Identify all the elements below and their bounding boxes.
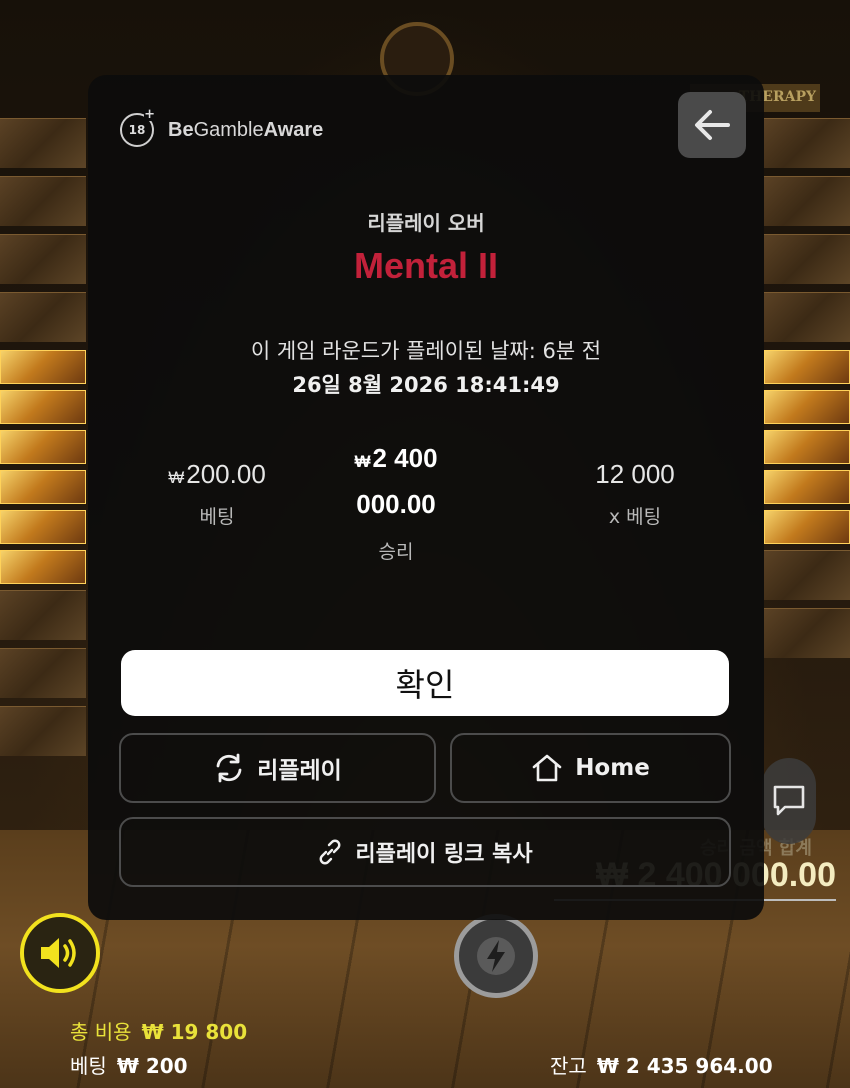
reel-tile (0, 234, 86, 284)
reel-tile (0, 648, 86, 698)
replay-over-dialog: 18 BeGambleAware 리플레이 오버 Mental II 이 게임 … (88, 75, 764, 920)
reel-tile-winning (0, 510, 86, 544)
currency-symbol: ₩ (354, 452, 371, 471)
reel-tile (0, 706, 86, 756)
reel-tile-winning (0, 470, 86, 504)
sound-icon (41, 938, 76, 968)
chat-icon (773, 785, 805, 816)
total-cost: 총 비용 ₩ 19 800 (70, 1016, 247, 1045)
replay-button-label: 리플레이 (257, 758, 342, 784)
stat-win-label: 승리 (378, 541, 414, 563)
stat-multiplier: 12 000 x 베팅 (570, 459, 700, 529)
begambleaware-logo: 18 BeGambleAware (120, 109, 323, 147)
win-amount-part1: 2 400 (372, 443, 438, 473)
stat-multiplier-label: x 베팅 (608, 506, 662, 528)
reel-tile-winning (764, 350, 850, 384)
copy-replay-link-button[interactable]: 리플레이 링크 복사 (119, 817, 731, 887)
link-icon (319, 839, 341, 865)
total-cost-label: 총 비용 (70, 1020, 132, 1044)
game-title: Mental II (353, 245, 499, 286)
stat-bet-label: 베팅 (199, 506, 235, 528)
lightning-icon (477, 937, 515, 975)
reel-tile-winning (764, 390, 850, 424)
reel-tile (764, 550, 850, 600)
balance-value: ₩ 2 435 964.00 (596, 1054, 773, 1078)
reel-tile (764, 118, 850, 168)
reel-tile-winning (0, 550, 86, 584)
reel-tile-winning (764, 470, 850, 504)
confirm-button-label: 확인 (395, 666, 455, 704)
stat-bet-value: ₩200.00 (152, 459, 282, 490)
win-amount-line2: 000.00 (356, 489, 436, 519)
copy-link-label: 리플레이 링크 복사 (355, 842, 533, 867)
reel-tile-winning (0, 350, 86, 384)
replay-button[interactable]: 리플레이 (119, 733, 436, 803)
replay-icon (216, 753, 242, 783)
reel-tile-winning (0, 430, 86, 464)
reel-tile (0, 292, 86, 342)
stat-multiplier-value: 12 000 (595, 459, 675, 489)
brand-gamble: Gamble (193, 118, 264, 141)
sound-button[interactable] (20, 913, 100, 993)
chat-button[interactable] (762, 758, 816, 844)
reel-tile (0, 176, 86, 226)
balance-label: 잔고 (550, 1054, 587, 1078)
bet-amount: 200.00 (186, 459, 266, 489)
played-time-text: 이 게임 라운드가 플레이된 날짜: 6분 전 (250, 339, 602, 363)
left-reel (0, 118, 86, 764)
reel-tile (764, 234, 850, 284)
age-18-badge: 18 (120, 109, 155, 147)
brand-aware: Aware (263, 118, 324, 141)
bet-label: 베팅 (70, 1054, 107, 1078)
back-arrow-icon (695, 110, 730, 140)
reel-tile (764, 176, 850, 226)
stat-win: ₩2 400 000.00 승리 (308, 437, 484, 564)
begambleaware-text: BeGambleAware (168, 119, 323, 142)
brand-be: Be (168, 118, 194, 141)
back-button[interactable] (678, 92, 746, 158)
reel-tile (764, 292, 850, 342)
round-datetime: 26일 8월 2026 18:41:49 (292, 373, 560, 397)
reel-tile-winning (764, 430, 850, 464)
stat-win-value: ₩2 400 000.00 (308, 437, 484, 525)
reel-tile (0, 590, 86, 640)
bet-value: ₩ 200 (116, 1054, 188, 1078)
reel-tile-winning (0, 390, 86, 424)
balance-display: 잔고 ₩ 2 435 964.00 (550, 1050, 773, 1079)
confirm-button[interactable]: 확인 (121, 650, 729, 716)
quick-spin-button[interactable] (454, 914, 538, 998)
stat-bet: ₩200.00 베팅 (152, 459, 282, 529)
home-icon (532, 754, 562, 782)
currency-symbol: ₩ (168, 468, 185, 487)
replay-over-heading: 리플레이 오버 (367, 211, 485, 235)
home-button[interactable]: Home (450, 733, 731, 803)
win-amount-line1: ₩2 400 (308, 437, 484, 483)
reel-tile (0, 118, 86, 168)
total-cost-value: ₩ 19 800 (141, 1020, 248, 1044)
reel-tile-winning (764, 510, 850, 544)
bet-display: 베팅 ₩ 200 (70, 1050, 188, 1079)
home-button-label: Home (575, 755, 650, 781)
right-reel (764, 118, 850, 666)
reel-tile (764, 608, 850, 658)
